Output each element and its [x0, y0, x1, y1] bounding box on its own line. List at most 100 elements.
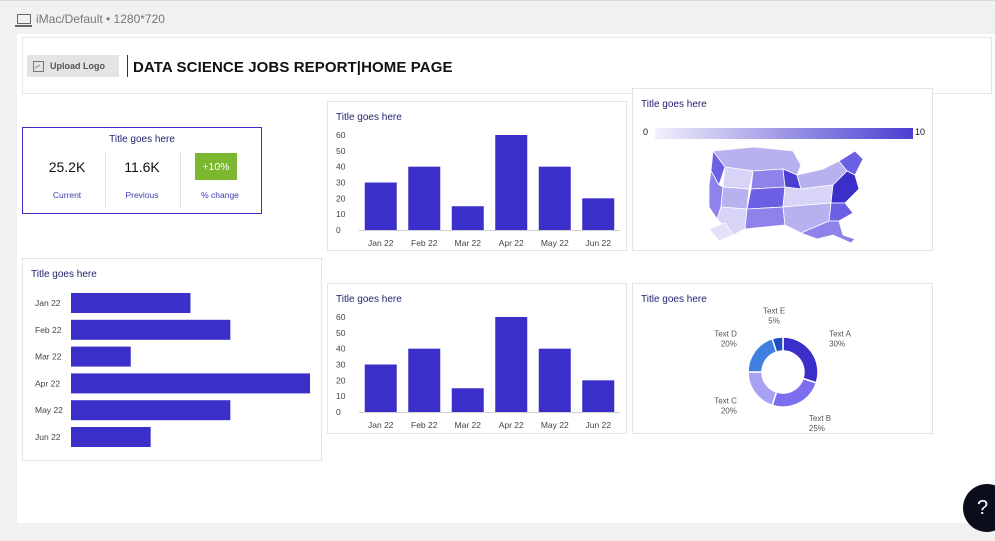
chart-bar: [408, 166, 441, 230]
page-title: DATA SCIENCE JOBS REPORT|HOME PAGE: [133, 59, 453, 76]
kpi-change: +10% % change: [182, 152, 258, 208]
dashboard-canvas: Upload Logo DATA SCIENCE JOBS REPORT|HOM…: [17, 34, 995, 523]
slice-value: 5%: [768, 317, 780, 326]
change-badge: +10%: [195, 153, 237, 180]
chart-bar: [71, 373, 310, 394]
y-tick-label: 0: [336, 407, 341, 417]
y-tick-label: Apr 22: [35, 378, 60, 388]
x-tick-label: Feb 22: [411, 238, 438, 248]
map-panel[interactable]: Title goes here 0 10: [632, 88, 933, 251]
chart-bar: [451, 206, 484, 230]
hbar-chart-svg: Jan 22 Feb 22 Mar 22 Apr 22 May 22 Jun 22: [35, 293, 310, 447]
map-region: [720, 186, 750, 210]
y-tick-label: 50: [336, 146, 346, 156]
y-tick-label: 10: [336, 209, 346, 219]
header-divider: [127, 55, 128, 77]
chart-bar: [71, 293, 191, 313]
chart-bar: [582, 380, 615, 412]
x-tick-label: Mar 22: [455, 238, 482, 248]
y-tick-label: Feb 22: [35, 325, 62, 335]
chart-bar: [71, 427, 151, 447]
y-tick-label: 40: [336, 162, 346, 172]
map-region: [744, 206, 786, 230]
slice-value: 20%: [721, 339, 737, 348]
donut-slice: [771, 377, 818, 408]
slice-label: Text B: [809, 414, 831, 423]
y-tick-label: 40: [336, 344, 346, 354]
y-tick-label: 50: [336, 328, 346, 338]
x-tick-label: May 22: [541, 420, 569, 430]
kpi-current-value: 25.2K: [48, 159, 86, 175]
chart-bar: [538, 348, 571, 412]
bar-chart-panel-top[interactable]: Title goes here 0 10 20 30 40 50 60 Jan 22 Feb 2…: [327, 101, 627, 251]
report-header: Upload Logo DATA SCIENCE JOBS REPORT|HOM…: [22, 37, 992, 94]
donut-chart-svg: Text A30%Text B25%Text C20%Text D20%Text…: [714, 307, 851, 433]
chart-bar: [495, 135, 528, 230]
slice-value: 30%: [829, 339, 845, 348]
slice-value: 20%: [721, 407, 737, 416]
device-bar: iMac/Default • 1280*720: [0, 0, 995, 35]
y-tick-label: 30: [336, 360, 346, 370]
y-tick-label: 20: [336, 193, 346, 203]
chart-bar: [408, 348, 441, 412]
upload-logo-label: Upload Logo: [50, 61, 105, 71]
kpi-previous-value: 11.6K: [124, 159, 160, 175]
kpi-previous-label: Previous: [125, 190, 159, 200]
y-tick-label: 0: [336, 225, 341, 235]
slice-label: Text D: [714, 329, 737, 338]
donut-chart-panel[interactable]: Title goes here Text A 30% Text B 25% Text C…: [632, 283, 933, 434]
y-tick-label: Mar 22: [35, 352, 62, 362]
map-region: [722, 166, 754, 190]
y-tick-label: Jun 22: [35, 432, 61, 442]
kpi-title: Title goes here: [109, 134, 175, 145]
chart-bar: [582, 198, 615, 230]
slice-value: 25%: [809, 424, 825, 433]
x-tick-label: Jan 22: [368, 420, 394, 430]
y-tick-label: 10: [336, 391, 346, 401]
kpi-change-label: % change: [201, 190, 239, 200]
x-tick-label: May 22: [541, 238, 569, 248]
chart-bar: [495, 317, 528, 412]
hbar-chart-panel[interactable]: Title goes here Jan 22 Feb 22 Mar 22 Apr 22…: [22, 258, 322, 461]
bar-chart-svg: 0 10 20 30 40 50 60 Jan 22 Feb 22 Mar 22 Apr 22 May…: [336, 130, 620, 248]
x-tick-label: Jan 22: [368, 238, 394, 248]
y-tick-label: 60: [336, 130, 346, 140]
slice-label: Text E: [763, 307, 785, 316]
kpi-card[interactable]: Title goes here 25.2K Current 11.6K Prev…: [22, 127, 262, 214]
y-tick-label: May 22: [35, 405, 63, 415]
x-tick-label: Feb 22: [411, 420, 438, 430]
slice-label: Text C: [714, 397, 737, 406]
kpi-divider: [180, 152, 181, 208]
y-tick-label: 20: [336, 375, 346, 385]
chart-bar: [71, 346, 131, 367]
image-icon: [33, 60, 44, 72]
bar-chart-panel-bottom[interactable]: Title goes here 0 10 20 30 40 50 60 Jan 22 Feb 2…: [327, 283, 627, 434]
kpi-previous: 11.6K Previous: [104, 152, 180, 208]
map-region: [828, 202, 854, 222]
chart-bar: [451, 388, 484, 412]
y-tick-label: 30: [336, 178, 346, 188]
chart-bar: [71, 400, 231, 421]
chart-bar: [364, 364, 397, 412]
us-map: [708, 146, 864, 244]
chart-bar: [538, 166, 571, 230]
chart-bar: [71, 319, 231, 340]
upload-logo-button[interactable]: Upload Logo: [27, 55, 119, 77]
donut-slice: [747, 337, 778, 373]
y-tick-label: 60: [336, 312, 346, 322]
bar-chart-svg: 0 10 20 30 40 50 60 Jan 22 Feb 22 Mar 22 Apr 22 May…: [336, 312, 620, 430]
kpi-current: 25.2K Current: [29, 152, 105, 208]
x-tick-label: Jun 22: [585, 238, 611, 248]
slice-label: Text A: [829, 329, 851, 338]
donut-slice: [782, 336, 819, 384]
x-tick-label: Jun 22: [585, 420, 611, 430]
x-tick-label: Apr 22: [499, 420, 524, 430]
donut-slice: [747, 371, 778, 407]
monitor-icon: [15, 14, 32, 27]
map-region: [746, 186, 786, 210]
x-tick-label: Mar 22: [455, 420, 482, 430]
device-label[interactable]: iMac/Default • 1280*720: [36, 12, 165, 26]
map-region: [750, 168, 786, 190]
y-tick-label: Jan 22: [35, 298, 61, 308]
chart-bar: [364, 182, 397, 230]
